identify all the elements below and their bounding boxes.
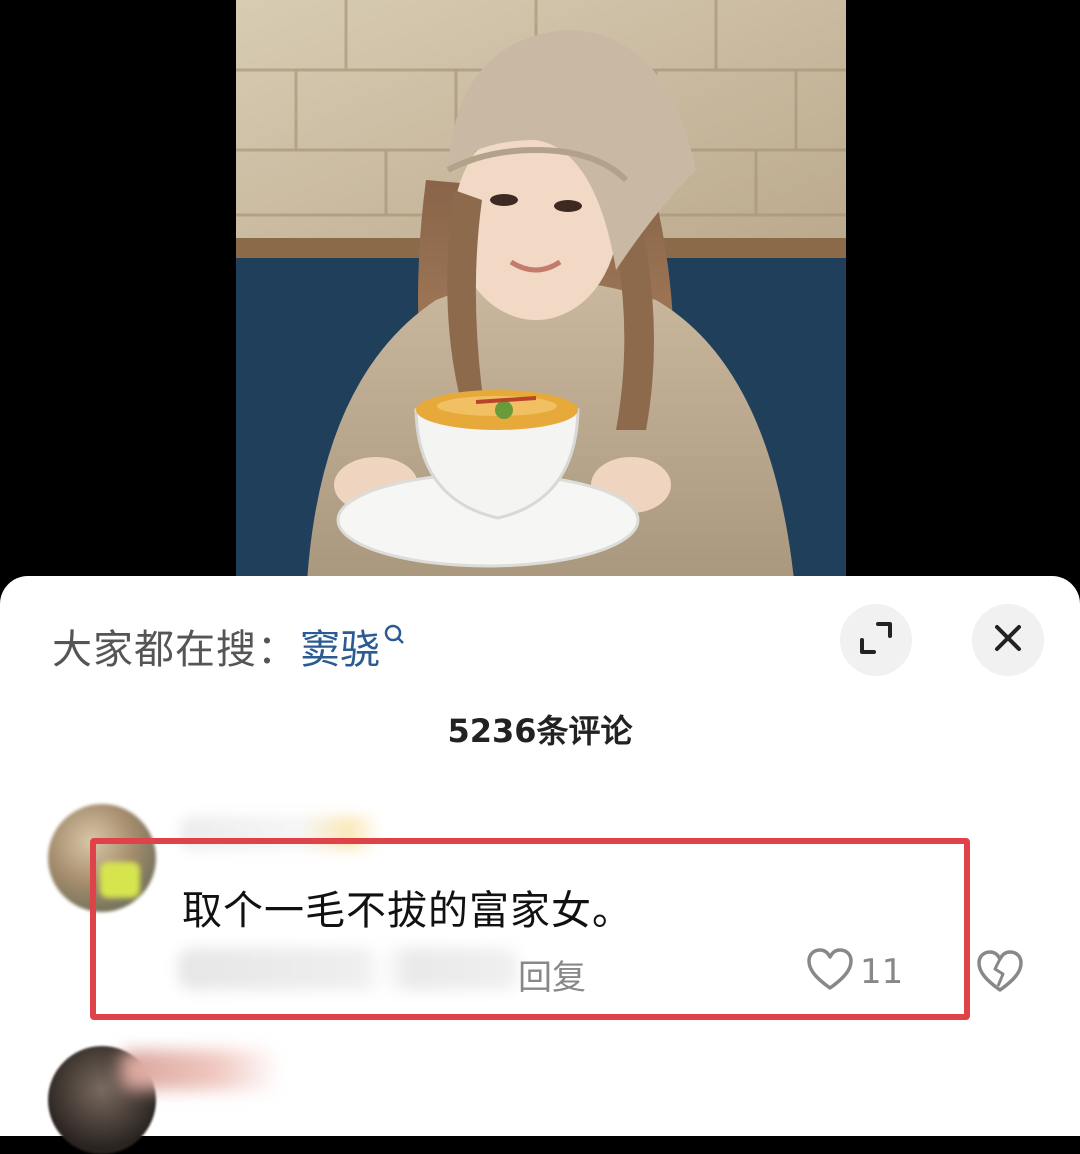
trending-search[interactable]: 大家都在搜： 窦骁 xyxy=(52,617,404,675)
username-redacted xyxy=(120,1050,280,1090)
broken-heart-icon xyxy=(976,950,1024,998)
post-photo[interactable] xyxy=(236,0,846,600)
photo-illustration xyxy=(236,0,846,600)
search-icon xyxy=(384,624,404,652)
highlight-annotation xyxy=(90,838,970,1020)
expand-icon xyxy=(858,620,894,660)
trending-search-term[interactable]: 窦骁 xyxy=(300,617,380,675)
close-icon xyxy=(993,623,1023,657)
dislike-button[interactable] xyxy=(976,950,1024,998)
trending-search-label: 大家都在搜： xyxy=(52,627,298,673)
comment-count: 5236条评论 xyxy=(447,712,633,750)
close-button[interactable] xyxy=(972,604,1044,676)
comment-sheet: 大家都在搜： 窦骁 5236条评论 取个一毛不拔的富家女。 回复 11 xyxy=(0,576,1080,1154)
expand-button[interactable] xyxy=(840,604,912,676)
